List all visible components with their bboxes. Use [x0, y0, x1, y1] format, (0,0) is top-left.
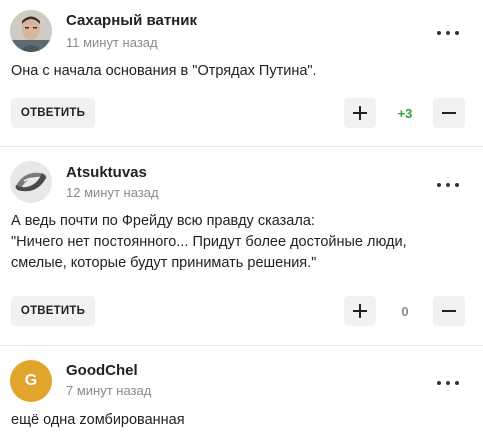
avatar-letter: G	[24, 372, 38, 389]
reply-button[interactable]: ОТВЕТИТЬ	[11, 98, 95, 128]
chrome-logo-icon	[10, 161, 52, 203]
minus-icon	[442, 310, 456, 312]
minus-icon	[442, 112, 456, 114]
comment-text: ещё одна zомбированная	[11, 412, 185, 428]
user-photo-icon	[10, 10, 52, 52]
downvote-button[interactable]	[433, 98, 465, 128]
reply-button[interactable]: ОТВЕТИТЬ	[11, 296, 95, 326]
upvote-button[interactable]	[344, 296, 376, 326]
plus-icon	[353, 106, 367, 120]
upvote-button[interactable]	[344, 98, 376, 128]
avatar[interactable]	[10, 10, 52, 52]
avatar[interactable]	[10, 161, 52, 203]
comment-author[interactable]: Сахарный ватник	[66, 12, 197, 29]
more-options-icon[interactable]	[437, 28, 459, 38]
comment-timestamp: 11 минут назад	[66, 35, 158, 50]
more-options-icon[interactable]	[437, 378, 459, 388]
comment-text: А ведь почти по Фрейду всю правду сказал…	[11, 213, 407, 271]
comment-author[interactable]: Atsuktuvas	[66, 164, 147, 181]
comment-timestamp: 7 минут назад	[66, 383, 152, 398]
vote-score: +3	[397, 106, 413, 121]
more-options-icon[interactable]	[437, 180, 459, 190]
comment-text: Она с начала основания в "Отрядах Путина…	[11, 63, 317, 79]
comment-divider	[0, 345, 483, 346]
comment-author[interactable]: GoodChel	[66, 362, 138, 379]
plus-icon	[353, 304, 367, 318]
vote-score: 0	[401, 304, 409, 319]
comment-divider	[0, 146, 483, 147]
downvote-button[interactable]	[433, 296, 465, 326]
avatar[interactable]: G	[10, 360, 52, 402]
comment-timestamp: 12 минут назад	[66, 185, 159, 200]
